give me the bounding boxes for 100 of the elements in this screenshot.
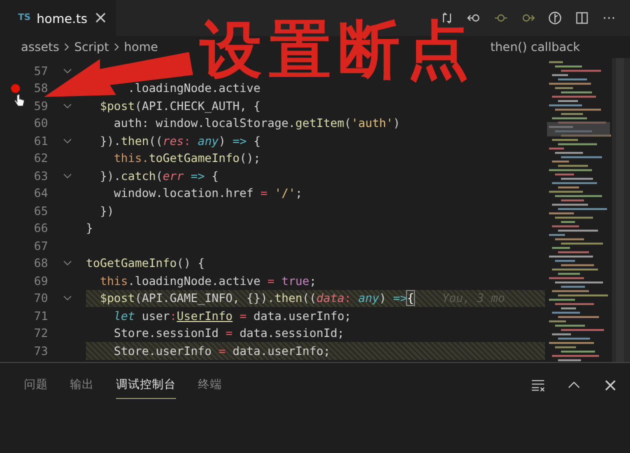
code-token: user	[140, 308, 170, 323]
clear-console-icon[interactable]	[530, 378, 545, 392]
line-number: 62	[33, 151, 48, 166]
code-token: true	[280, 274, 310, 288]
breadcrumb-item[interactable]: Script	[74, 40, 110, 54]
fold-chevron-icon[interactable]	[62, 260, 72, 266]
code-token: =	[238, 308, 247, 323]
fold-chevron-icon[interactable]	[62, 102, 72, 109]
code-token: any	[196, 134, 219, 148]
code-token: (API.CHECK_AUTH, {	[134, 98, 261, 113]
panel-tab[interactable]: 问题	[24, 371, 48, 399]
code-token: :	[170, 308, 177, 323]
code-token: ;	[295, 186, 302, 200]
editor-tab[interactable]: TS home.ts ×	[0, 0, 116, 36]
code-token: =>	[190, 168, 205, 183]
code-token: }).	[98, 134, 121, 148]
code-token: })	[98, 204, 114, 218]
code-token: Store.sessionId	[112, 326, 219, 340]
code-token: :	[344, 291, 352, 306]
code-token: ((	[302, 291, 316, 306]
code-token: =	[266, 274, 274, 288]
split-editor-icon[interactable]	[575, 11, 589, 25]
code-token: data	[316, 291, 344, 306]
code-token: then	[120, 134, 149, 148]
panel-tab[interactable]: 调试控制台	[116, 371, 176, 399]
code-token: (	[344, 116, 352, 130]
code-token: .loadingNode.active	[126, 81, 261, 96]
code-token: =>	[393, 291, 408, 306]
code-token: window.location.href	[112, 186, 254, 200]
code-token: toGetGameInfo	[86, 256, 177, 270]
code-token: :	[184, 134, 191, 148]
code-token: toGetGameInfo	[148, 151, 240, 166]
code-token: =	[218, 344, 226, 358]
code-token: {	[407, 291, 414, 306]
breadcrumb-item[interactable]: then() callback	[490, 40, 580, 54]
code-token: =	[260, 186, 268, 200]
chevron-right-icon	[63, 42, 70, 52]
code-token: )	[393, 116, 400, 130]
line-number: 73	[33, 344, 48, 358]
circle-icon[interactable]	[548, 11, 562, 25]
code-token: UserInfo	[176, 308, 233, 323]
code-token: err	[162, 168, 184, 183]
code-token: .loadingNode.active	[128, 274, 261, 288]
fold-chevron-icon[interactable]	[62, 295, 72, 302]
line-number: 59	[33, 98, 48, 113]
line-number: 71	[33, 308, 48, 323]
scroll-bar[interactable]	[612, 58, 630, 362]
code-token: ((	[148, 134, 163, 148]
code-token: any	[357, 291, 380, 306]
chevron-right-icon	[113, 42, 120, 52]
annotation-text: 设置断点	[200, 19, 476, 81]
panel-tab[interactable]: 输出	[70, 371, 94, 399]
code-token: =	[224, 326, 233, 340]
code-token: auth: window.localStorage.	[112, 116, 296, 130]
fold-chevron-icon[interactable]	[62, 138, 72, 144]
code-token: catch	[120, 168, 156, 183]
fold-chevron-icon[interactable]	[62, 172, 72, 179]
code-token: (	[156, 168, 163, 183]
line-number: 61	[33, 134, 48, 148]
code-token: }	[86, 221, 93, 236]
breakpoint-dot[interactable]	[10, 84, 20, 93]
close-tab-button[interactable]: ×	[93, 8, 108, 28]
fold-chevron-icon[interactable]	[62, 68, 72, 74]
panel-tab[interactable]: 终端	[198, 371, 222, 399]
code-token: data.userInfo;	[232, 344, 330, 358]
code-token: {	[210, 168, 219, 183]
line-number: 67	[33, 238, 48, 253]
line-number: 64	[33, 186, 48, 200]
code-token: () {	[176, 256, 205, 270]
code-token: getItem	[295, 116, 344, 130]
code-token: ();	[240, 151, 261, 166]
code-token: res	[162, 134, 184, 148]
tab-title: home.ts	[36, 10, 88, 26]
code-token: )	[218, 134, 227, 148]
code-token: )	[379, 291, 388, 306]
file-type-label: TS	[18, 13, 31, 23]
code-token: let	[112, 308, 135, 323]
code-token: then	[274, 291, 302, 306]
code-token: }).	[98, 168, 121, 183]
minimap-drawing[interactable]	[545, 58, 612, 362]
code-token: data.sessionId;	[238, 326, 344, 340]
code-token: =>	[232, 134, 247, 148]
code-token: (API.GAME_INFO, {}).	[134, 291, 274, 306]
line-number: 65	[33, 204, 48, 218]
line-number: 69	[33, 274, 48, 288]
line-number: 72	[33, 326, 48, 340]
code-token: Store.userInfo	[112, 344, 212, 358]
line-number: 57	[33, 64, 48, 78]
breadcrumb-item[interactable]: home	[124, 40, 158, 54]
breadcrumb-item[interactable]: assets	[21, 40, 60, 54]
close-panel-button[interactable]: ×	[602, 374, 618, 396]
code-token: '/'	[273, 186, 296, 200]
code-token: 'auth'	[351, 116, 394, 130]
code-token: $post	[98, 291, 135, 306]
line-number: 68	[33, 256, 48, 270]
line-number: 58	[33, 81, 48, 96]
code-token: ;	[309, 274, 316, 288]
hand-cursor-icon	[13, 94, 25, 108]
line-number: 60	[33, 116, 48, 130]
code-token: this	[98, 274, 128, 288]
